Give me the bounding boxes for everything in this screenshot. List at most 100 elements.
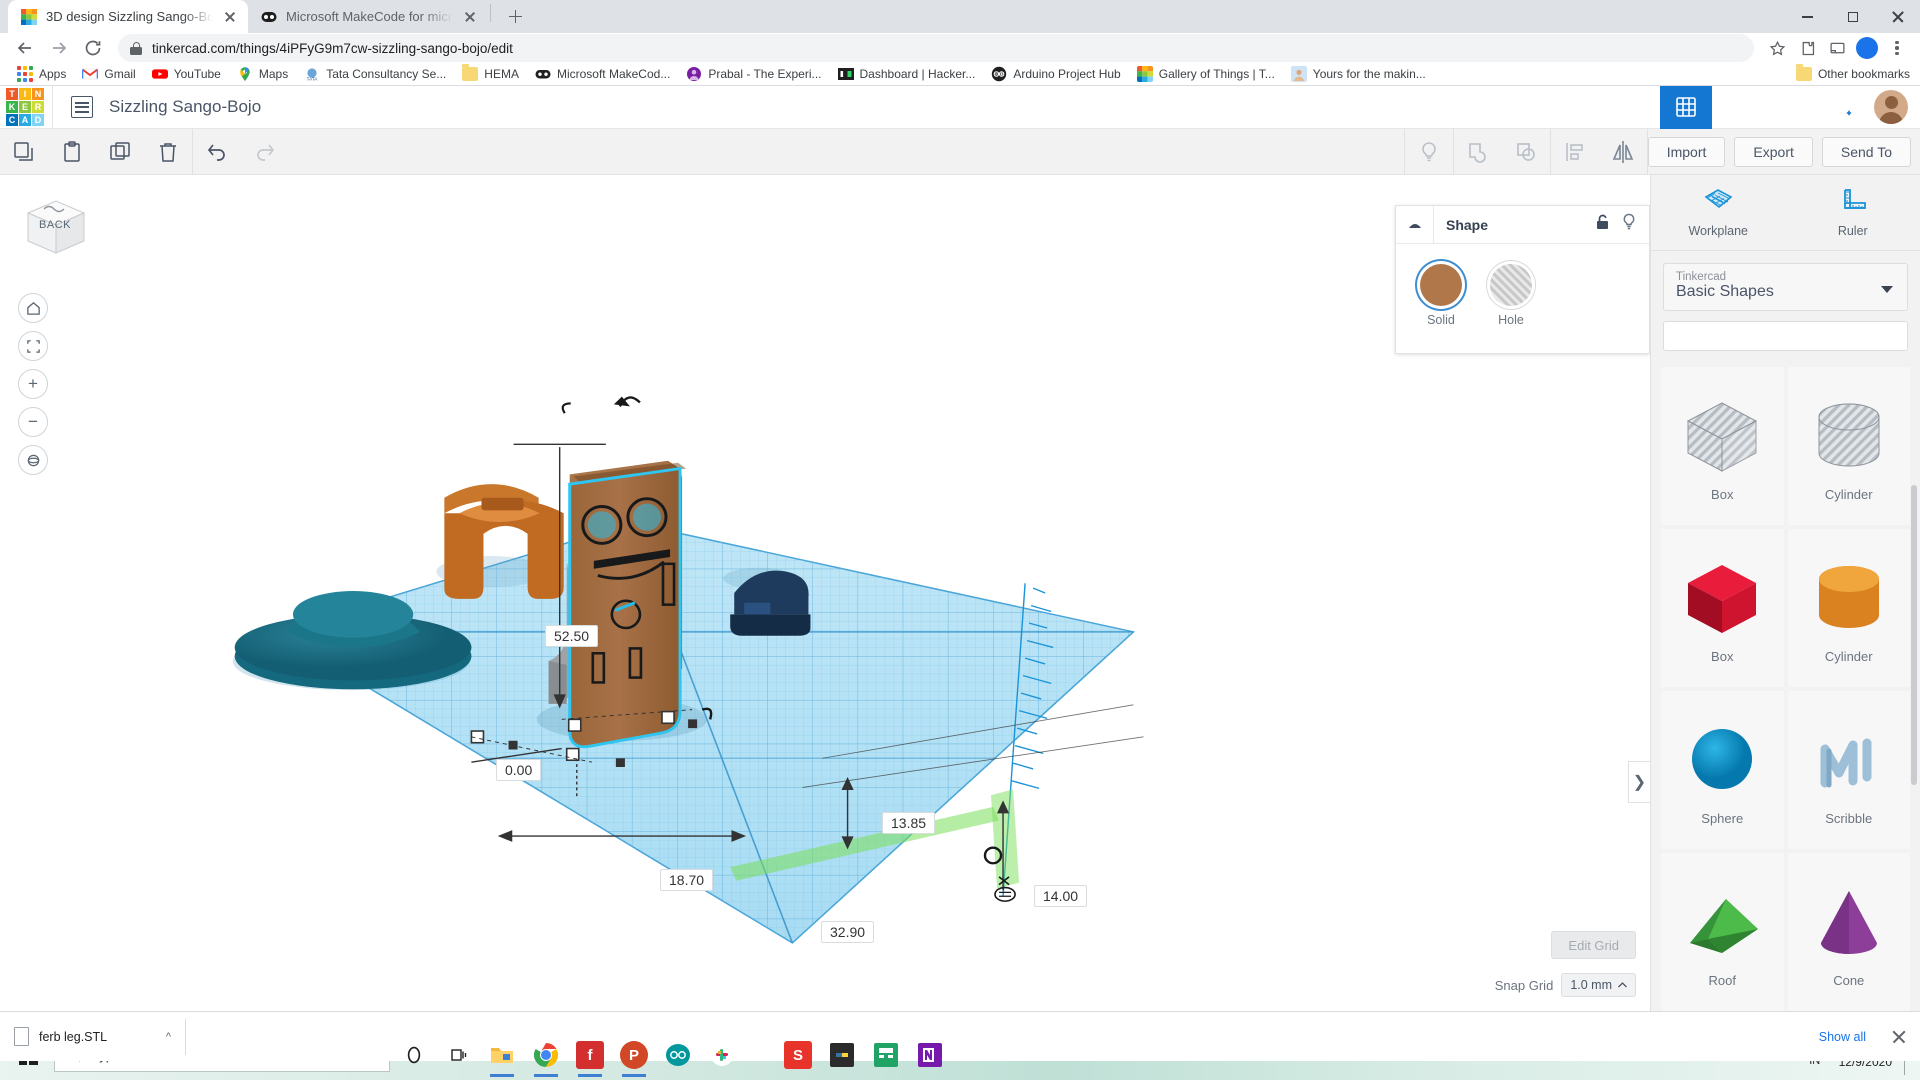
- duplicate-icon[interactable]: [96, 129, 144, 175]
- sidebar-scrollbar[interactable]: [1911, 485, 1917, 785]
- bookmark-youtube[interactable]: YouTube: [145, 63, 228, 85]
- f-app-icon[interactable]: f: [570, 1033, 610, 1077]
- dimension-label[interactable]: 0.00: [496, 759, 542, 781]
- bookmark-maps[interactable]: Maps: [230, 63, 295, 85]
- new-tab-button[interactable]: [501, 2, 529, 30]
- calculator-icon[interactable]: [866, 1033, 906, 1077]
- orbit-icon[interactable]: [18, 445, 48, 475]
- dimension-label[interactable]: 52.50: [545, 625, 599, 647]
- delete-icon[interactable]: [144, 129, 192, 175]
- reload-button[interactable]: [78, 33, 108, 63]
- workplane-tool[interactable]: Workplane: [1651, 175, 1786, 250]
- chrome-icon[interactable]: [526, 1033, 566, 1077]
- group-icon[interactable]: [1454, 129, 1502, 175]
- blocks-button[interactable]: [1660, 85, 1712, 129]
- bookmark-gmail[interactable]: Gmail: [75, 63, 142, 85]
- bookmark-hema[interactable]: HEMA: [455, 64, 526, 84]
- lightbulb-icon[interactable]: [1621, 213, 1637, 236]
- home-view-icon[interactable]: [18, 293, 48, 323]
- shape-item-sphere[interactable]: Sphere: [1661, 691, 1784, 849]
- ungroup-icon[interactable]: [1502, 129, 1550, 175]
- shape-item-box[interactable]: Box: [1661, 529, 1784, 687]
- add-user-button[interactable]: [1816, 86, 1868, 129]
- cortana-icon[interactable]: [394, 1033, 434, 1077]
- redo-icon[interactable]: [241, 129, 289, 175]
- download-item[interactable]: ferb leg.STL ^: [0, 1012, 185, 1062]
- chevron-up-icon[interactable]: ^: [166, 1031, 171, 1043]
- shape-search-input[interactable]: [1663, 321, 1908, 351]
- zoom-out-icon[interactable]: −: [18, 407, 48, 437]
- extensions-icon[interactable]: [1794, 35, 1820, 61]
- bookmark-instructables[interactable]: Yours for the makin...: [1284, 63, 1433, 85]
- snipping-icon[interactable]: S: [778, 1033, 818, 1077]
- edit-grid-button[interactable]: Edit Grid: [1551, 931, 1636, 959]
- codeblocks-button[interactable]: [1712, 86, 1764, 129]
- collapse-panel-button[interactable]: [1396, 205, 1434, 244]
- view-cube[interactable]: BACK: [22, 197, 88, 259]
- shape-item-cylinder[interactable]: Cylinder: [1787, 529, 1910, 687]
- mirror-icon[interactable]: [1599, 129, 1647, 175]
- shape-library-select[interactable]: Tinkercad Basic Shapes: [1663, 263, 1908, 311]
- slack-icon[interactable]: [702, 1033, 742, 1077]
- 3d-canvas[interactable]: 52.50 0.00 13.85 18.70 32.90 14.00 BACK: [0, 175, 1650, 1011]
- import-button[interactable]: Import: [1647, 136, 1726, 167]
- tab-close-icon[interactable]: [222, 9, 238, 25]
- bookmark-makecode[interactable]: Microsoft MakeCod...: [528, 63, 677, 85]
- file-explorer-icon[interactable]: [482, 1033, 522, 1077]
- tinkercad-logo-icon[interactable]: T I N K E R C A D: [6, 88, 44, 126]
- note-icon[interactable]: [1405, 129, 1453, 175]
- avatar[interactable]: [1874, 90, 1908, 124]
- minimize-button[interactable]: [1785, 0, 1830, 34]
- onenote-icon[interactable]: [910, 1033, 950, 1077]
- browser-tab-makecode[interactable]: Microsoft MakeCode for micro:bi: [248, 0, 488, 33]
- bookmark-gallery[interactable]: Gallery of Things | T...: [1130, 63, 1282, 85]
- shape-item-box-hole[interactable]: Box: [1661, 367, 1784, 525]
- bookmark-tata[interactable]: TATA Tata Consultancy Se...: [297, 63, 453, 85]
- maximize-button[interactable]: [1830, 0, 1875, 34]
- show-all-downloads-button[interactable]: Show all: [1807, 1024, 1878, 1050]
- send-to-button[interactable]: Send To: [1821, 136, 1911, 167]
- shape-item-scribble[interactable]: Scribble: [1787, 691, 1910, 849]
- address-bar[interactable]: tinkercad.com/things/4iPFyG9m7cw-sizzlin…: [118, 34, 1754, 62]
- snap-grid-select[interactable]: 1.0 mm: [1561, 973, 1636, 997]
- chrome-menu-button[interactable]: [1884, 35, 1910, 61]
- solid-swatch[interactable]: [1420, 264, 1462, 306]
- unlock-icon[interactable]: [1595, 213, 1611, 236]
- python-icon[interactable]: [822, 1033, 862, 1077]
- ruler-tool[interactable]: Ruler: [1786, 175, 1920, 250]
- profile-avatar[interactable]: [1854, 35, 1880, 61]
- zoom-in-icon[interactable]: +: [18, 369, 48, 399]
- tab-close-icon[interactable]: [462, 9, 478, 25]
- close-downloads-icon[interactable]: [1890, 1028, 1908, 1046]
- task-view-icon[interactable]: [438, 1033, 478, 1077]
- align-icon[interactable]: [1551, 129, 1599, 175]
- dimension-label[interactable]: 13.85: [882, 812, 936, 834]
- bookmark-hackster[interactable]: Dashboard | Hacker...: [831, 63, 983, 85]
- screencast-icon[interactable]: [1824, 35, 1850, 61]
- project-list-icon[interactable]: [71, 96, 93, 118]
- bookmark-apps[interactable]: Apps: [10, 63, 73, 85]
- other-bookmarks[interactable]: Other bookmarks: [1795, 64, 1910, 81]
- shape-item-cylinder-hole[interactable]: Cylinder: [1787, 367, 1910, 525]
- learn-button[interactable]: [1764, 86, 1816, 129]
- fit-view-icon[interactable]: [18, 331, 48, 361]
- arduino-icon[interactable]: [658, 1033, 698, 1077]
- shape-option-solid[interactable]: Solid: [1420, 264, 1462, 327]
- bookmark-star-icon[interactable]: [1764, 35, 1790, 61]
- back-button[interactable]: [10, 33, 40, 63]
- panel-toggle-button[interactable]: ❯: [1628, 761, 1650, 803]
- shape-option-hole[interactable]: Hole: [1490, 264, 1532, 327]
- bookmark-arduino[interactable]: Arduino Project Hub: [984, 63, 1127, 85]
- shape-item-cone[interactable]: Cone: [1787, 853, 1910, 1011]
- paste-icon[interactable]: [48, 129, 96, 175]
- dimension-label[interactable]: 32.90: [821, 921, 875, 943]
- undo-icon[interactable]: [193, 129, 241, 175]
- dimension-label[interactable]: 14.00: [1034, 885, 1088, 907]
- copy-icon[interactable]: [0, 129, 48, 175]
- project-title[interactable]: Sizzling Sango-Bojo: [109, 97, 261, 117]
- powerpoint-icon[interactable]: P: [614, 1033, 654, 1077]
- hole-swatch[interactable]: [1490, 264, 1532, 306]
- browser-tab-tinkercad[interactable]: 3D design Sizzling Sango-Bojo | T: [8, 0, 248, 33]
- export-button[interactable]: Export: [1734, 136, 1813, 167]
- shape-item-roof[interactable]: Roof: [1661, 853, 1784, 1011]
